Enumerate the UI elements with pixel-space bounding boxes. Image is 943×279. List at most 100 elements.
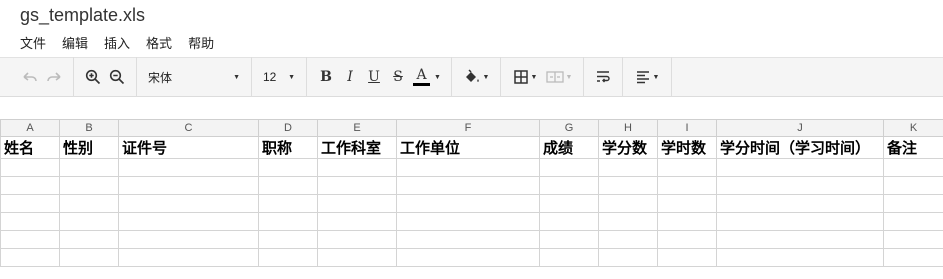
font-size-dropdown[interactable]: 12 ▼ (259, 65, 299, 89)
cell[interactable] (59, 158, 119, 177)
cell[interactable] (539, 212, 599, 231)
cell[interactable] (118, 158, 259, 177)
cell[interactable] (317, 212, 397, 231)
column-header[interactable]: G (539, 119, 599, 137)
cell[interactable] (118, 176, 259, 195)
cell[interactable] (657, 230, 717, 249)
cell[interactable] (657, 248, 717, 267)
cell[interactable] (657, 158, 717, 177)
cell[interactable] (59, 212, 119, 231)
cell[interactable] (657, 194, 717, 213)
cell[interactable] (598, 212, 658, 231)
cell[interactable] (539, 158, 599, 177)
cell[interactable] (118, 194, 259, 213)
cell[interactable] (716, 212, 884, 231)
cell-score[interactable]: 成绩 (539, 136, 599, 159)
cell[interactable] (716, 176, 884, 195)
cell[interactable] (396, 194, 540, 213)
cell[interactable] (396, 230, 540, 249)
cell[interactable] (657, 212, 717, 231)
menu-format[interactable]: 格式 (138, 35, 180, 53)
redo-icon[interactable] (42, 65, 66, 89)
cell[interactable] (598, 230, 658, 249)
cell[interactable] (883, 176, 943, 195)
fill-color-button[interactable]: ▼ (459, 65, 493, 89)
column-header[interactable]: H (598, 119, 658, 137)
cell[interactable] (539, 230, 599, 249)
cell[interactable] (0, 212, 60, 231)
menu-edit[interactable]: 编辑 (54, 35, 96, 53)
column-header[interactable]: D (258, 119, 318, 137)
cell-hours[interactable]: 学时数 (657, 136, 717, 159)
cell[interactable] (118, 212, 259, 231)
cell[interactable] (258, 194, 318, 213)
cell[interactable] (118, 230, 259, 249)
cell-credits[interactable]: 学分数 (598, 136, 658, 159)
strikethrough-button[interactable]: S (386, 65, 410, 89)
cell-name[interactable]: 姓名 (0, 136, 60, 159)
menu-help[interactable]: 帮助 (180, 35, 222, 53)
cell[interactable] (0, 248, 60, 267)
cell[interactable] (59, 230, 119, 249)
bold-button[interactable]: B (314, 65, 338, 89)
borders-button[interactable]: ▼ (508, 65, 542, 89)
cell[interactable] (0, 176, 60, 195)
cell[interactable] (317, 176, 397, 195)
zoom-in-icon[interactable] (81, 65, 105, 89)
font-family-dropdown[interactable]: 宋体 ▼ (144, 65, 244, 89)
column-header[interactable]: B (59, 119, 119, 137)
cell[interactable] (716, 194, 884, 213)
cell[interactable] (598, 248, 658, 267)
cell[interactable] (0, 194, 60, 213)
zoom-out-icon[interactable] (105, 65, 129, 89)
cell[interactable] (883, 158, 943, 177)
cell[interactable] (883, 230, 943, 249)
cell[interactable] (539, 248, 599, 267)
cell[interactable] (258, 158, 318, 177)
cell[interactable] (118, 248, 259, 267)
align-button[interactable]: ▼ (630, 65, 664, 89)
cell[interactable] (59, 194, 119, 213)
cell-id-number[interactable]: 证件号 (118, 136, 259, 159)
cell[interactable] (0, 230, 60, 249)
menu-file[interactable]: 文件 (12, 35, 54, 53)
cell[interactable] (258, 248, 318, 267)
column-header[interactable]: C (118, 119, 259, 137)
cell-title[interactable]: 职称 (258, 136, 318, 159)
cell[interactable] (539, 194, 599, 213)
cell[interactable] (59, 176, 119, 195)
cell[interactable] (59, 248, 119, 267)
cell[interactable] (396, 212, 540, 231)
cell[interactable] (396, 248, 540, 267)
wrap-text-icon[interactable] (591, 65, 615, 89)
cell[interactable] (883, 212, 943, 231)
cell[interactable] (716, 248, 884, 267)
formula-bar[interactable] (0, 97, 943, 119)
cell-remarks[interactable]: 备注 (883, 136, 943, 159)
undo-icon[interactable] (18, 65, 42, 89)
cell-work-unit[interactable]: 工作单位 (396, 136, 540, 159)
cell[interactable] (317, 230, 397, 249)
column-header[interactable]: F (396, 119, 540, 137)
cell[interactable] (258, 176, 318, 195)
cell[interactable] (883, 248, 943, 267)
cell[interactable] (539, 176, 599, 195)
column-header[interactable]: I (657, 119, 717, 137)
cell-department[interactable]: 工作科室 (317, 136, 397, 159)
column-header[interactable]: A (0, 119, 60, 137)
cell[interactable] (317, 248, 397, 267)
cell[interactable] (598, 194, 658, 213)
merge-cells-button[interactable]: ▼ (542, 65, 576, 89)
cell[interactable] (883, 194, 943, 213)
cell[interactable] (258, 230, 318, 249)
cell[interactable] (716, 158, 884, 177)
cell[interactable] (0, 158, 60, 177)
cell[interactable] (258, 212, 318, 231)
cell[interactable] (657, 176, 717, 195)
cell[interactable] (598, 176, 658, 195)
italic-button[interactable]: I (338, 65, 362, 89)
underline-button[interactable]: U (362, 65, 386, 89)
cell[interactable] (317, 158, 397, 177)
cell[interactable] (396, 176, 540, 195)
cell-credit-time[interactable]: 学分时间（学习时间） (716, 136, 884, 159)
